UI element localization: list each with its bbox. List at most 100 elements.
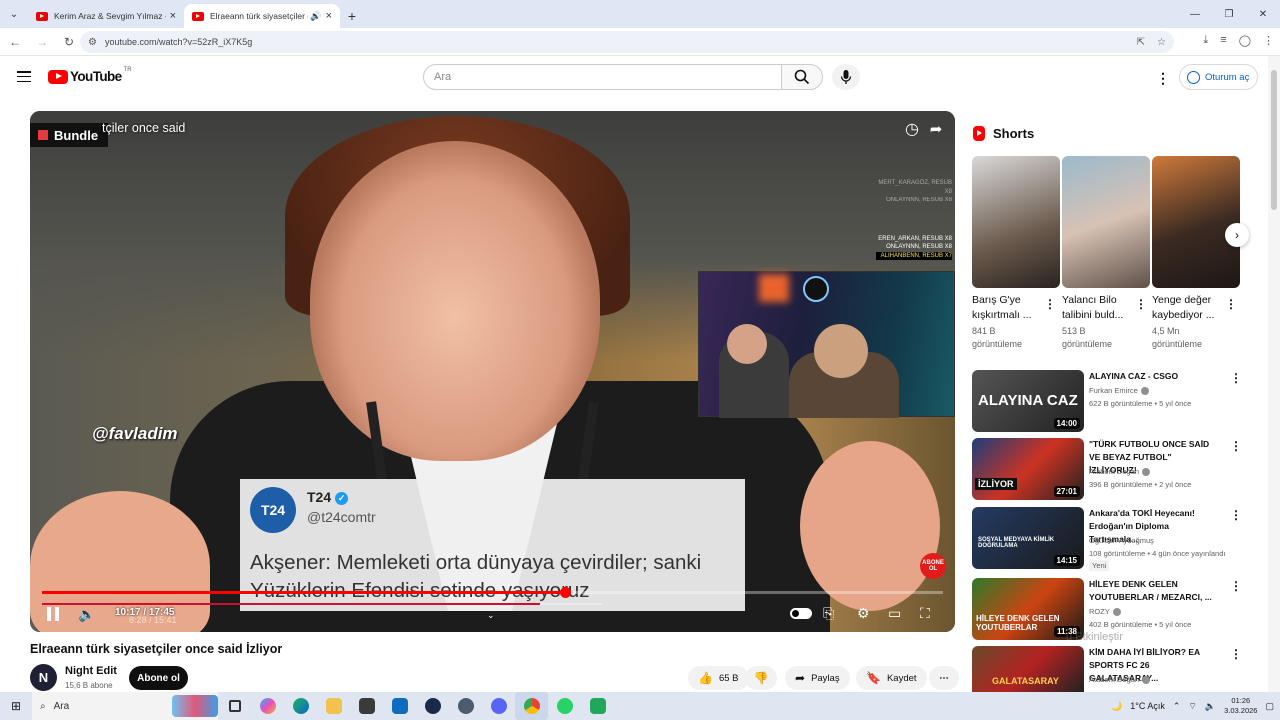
short-thumbnail[interactable] — [1152, 156, 1240, 288]
pause-button[interactable] — [47, 607, 59, 621]
short-thumbnail[interactable] — [1062, 156, 1150, 288]
close-tab-icon[interactable]: × — [326, 10, 332, 22]
address-bar[interactable]: ⚙ youtube.com/watch?v=52zR_iX7K5g ⇱ ☆ — [80, 31, 1174, 53]
search-button[interactable] — [781, 64, 823, 90]
video-thumbnail[interactable]: SOSYAL MEDYAYA KİMLİK DOĞRULAMA 14:15 — [972, 507, 1084, 569]
list-item[interactable]: GALATASARAY KİM DAHA İYİ BİLİYOR? EA SPO… — [972, 646, 1262, 692]
chrome-icon[interactable] — [515, 692, 548, 720]
video-player[interactable]: @favladim Bundle tçiler once said ◷ ➦ ME… — [30, 111, 955, 632]
weather-icon[interactable]: 🌙 — [1111, 701, 1122, 712]
notifications-icon[interactable]: ▢ — [1265, 701, 1274, 712]
video-title[interactable]: HİLEYE DENK GELEN YOUTUBERLAR / MEZARCI,… — [1089, 578, 1219, 604]
video-thumbnail[interactable]: İZLİYOR 27:01 — [972, 438, 1084, 500]
chevron-right-icon[interactable]: › — [1225, 223, 1249, 247]
page-scrollbar[interactable] — [1268, 56, 1280, 692]
network-icon[interactable]: ⌔ — [1188, 701, 1196, 712]
video-thumbnail[interactable]: GALATASARAY — [972, 646, 1084, 692]
subtitles-icon[interactable]: ⎘ — [823, 605, 834, 622]
edge-icon[interactable] — [284, 692, 317, 720]
task-view-icon[interactable] — [218, 692, 251, 720]
taskbar-search[interactable]: ⌕ Ara — [32, 692, 218, 720]
close-window-icon[interactable]: ✕ — [1246, 0, 1280, 28]
search-input[interactable]: Ara — [423, 64, 782, 90]
channel-line[interactable]: Ataberk Doğan — [1089, 467, 1151, 477]
system-clock[interactable]: 01:26 3.03.2026 — [1224, 696, 1257, 716]
forward-icon[interactable]: → — [30, 35, 54, 49]
share-arrow-icon[interactable]: ➦ — [926, 119, 946, 139]
download-icon[interactable]: ⤓ — [1203, 34, 1208, 47]
item-menu-icon[interactable]: ⋮ — [1230, 647, 1242, 661]
browser-tab[interactable]: Kerim Araz & Sevgim Yılmaz - D × — [28, 4, 184, 28]
profile-icon[interactable]: ◯ — [1239, 34, 1251, 47]
channel-name[interactable]: Night Edit — [65, 665, 117, 677]
watch-later-clock-icon[interactable]: ◷ — [902, 119, 922, 139]
channel-avatar[interactable]: N — [30, 664, 57, 691]
video-thumbnail[interactable]: ALAYINA CAZ 14:00 — [972, 370, 1084, 432]
menu-icon[interactable]: ⋮ — [1263, 34, 1274, 47]
volume-tray-icon[interactable]: 🔈 — [1205, 701, 1216, 712]
item-menu-icon[interactable]: ⋮ — [1230, 439, 1242, 453]
item-menu-icon[interactable]: ⋮ — [1230, 579, 1242, 593]
restore-icon[interactable]: ❐ — [1212, 0, 1246, 28]
close-tab-icon[interactable]: × — [170, 10, 176, 22]
reload-icon[interactable]: ↻ — [57, 35, 81, 49]
scrollbar-thumb[interactable] — [1271, 70, 1277, 210]
share-button[interactable]: ➦ Paylaş — [785, 666, 850, 690]
volume-icon[interactable]: 🔈 — [78, 606, 95, 623]
outlook-icon[interactable] — [383, 692, 416, 720]
save-button[interactable]: 🔖 Kaydet — [856, 666, 927, 690]
channel-line[interactable]: Ataberk Doğan — [1089, 675, 1151, 685]
weather-text[interactable]: 1°C Açık — [1130, 701, 1165, 711]
short-thumbnail[interactable] — [972, 156, 1060, 288]
voice-search-button[interactable] — [832, 64, 860, 90]
settings-gear-icon[interactable]: ⚙ — [857, 605, 870, 622]
chat-app-icon[interactable] — [581, 692, 614, 720]
short-menu-icon[interactable]: ⋮ — [1135, 297, 1147, 311]
like-button[interactable]: 👍 65 B — [688, 666, 749, 690]
steam-icon[interactable] — [416, 692, 449, 720]
speaker-icon[interactable]: 🔊 — [310, 11, 321, 22]
list-item[interactable]: SOSYAL MEDYAYA KİMLİK DOĞRULAMA 14:15 An… — [972, 507, 1262, 571]
calculator-icon[interactable] — [350, 692, 383, 720]
progress-bar[interactable] — [42, 587, 943, 598]
chevron-down-icon[interactable]: ⌄ — [487, 610, 495, 621]
windows-start-icon[interactable]: ⊞ — [0, 699, 32, 713]
hamburger-menu-icon[interactable] — [17, 71, 31, 83]
channel-line[interactable]: Furkan Emirce — [1089, 386, 1149, 396]
channel-name[interactable]: Oğulcan Aydoğmuş — [1089, 536, 1154, 545]
video-title[interactable]: ALAYINA CAZ - CSGO — [1089, 370, 1219, 383]
subscribe-button[interactable]: Abone ol — [129, 666, 188, 690]
short-menu-icon[interactable]: ⋮ — [1225, 297, 1237, 311]
install-app-icon[interactable]: ⇱ — [1137, 37, 1145, 48]
tab-search-icon[interactable]: ⌄ — [0, 0, 28, 28]
whatsapp-icon[interactable] — [548, 692, 581, 720]
list-item[interactable]: İZLİYOR 27:01 "TÜRK FUTBOLU ONCE SAİD VE… — [972, 438, 1262, 500]
settings-app-icon[interactable] — [449, 692, 482, 720]
short-title[interactable]: Yenge değer kaybediyor ... — [1152, 293, 1224, 323]
new-tab-button[interactable]: + — [340, 4, 364, 28]
copilot-icon[interactable] — [251, 692, 284, 720]
settings-kebab-icon[interactable]: ⋮ — [1156, 70, 1170, 87]
fullscreen-icon[interactable]: ⛶ — [920, 605, 930, 622]
browser-tab-active[interactable]: Elraeann türk siyasetçiler on 🔊 × — [184, 4, 340, 28]
chevron-up-icon[interactable]: ⌃ — [1173, 701, 1181, 712]
item-menu-icon[interactable]: ⋮ — [1230, 371, 1242, 385]
scrubber-handle[interactable] — [559, 587, 571, 598]
channel-line[interactable]: ROZY — [1089, 607, 1121, 617]
autoplay-toggle[interactable] — [790, 608, 812, 619]
back-icon[interactable]: ← — [3, 35, 27, 49]
short-title[interactable]: Barış G'ye kışkırtmalı ... — [972, 293, 1044, 323]
youtube-logo[interactable]: YouTube TR — [48, 67, 132, 84]
reading-list-icon[interactable]: ≡ — [1220, 34, 1226, 47]
file-explorer-icon[interactable] — [317, 692, 350, 720]
more-actions-button[interactable]: ⋯ — [929, 666, 959, 690]
list-item[interactable]: ALAYINA CAZ 14:00 ALAYINA CAZ - CSGO Fur… — [972, 370, 1262, 432]
bookmark-star-icon[interactable]: ☆ — [1157, 37, 1166, 48]
discord-icon[interactable] — [482, 692, 515, 720]
minimize-icon[interactable]: — — [1178, 0, 1212, 28]
site-info-icon[interactable]: ⚙ — [88, 37, 97, 48]
video-overlay-title[interactable]: tçiler once said — [102, 121, 185, 135]
miniplayer-icon[interactable]: ▭ — [888, 605, 901, 622]
short-menu-icon[interactable]: ⋮ — [1044, 297, 1056, 311]
dislike-button[interactable]: 👎 — [745, 666, 777, 690]
